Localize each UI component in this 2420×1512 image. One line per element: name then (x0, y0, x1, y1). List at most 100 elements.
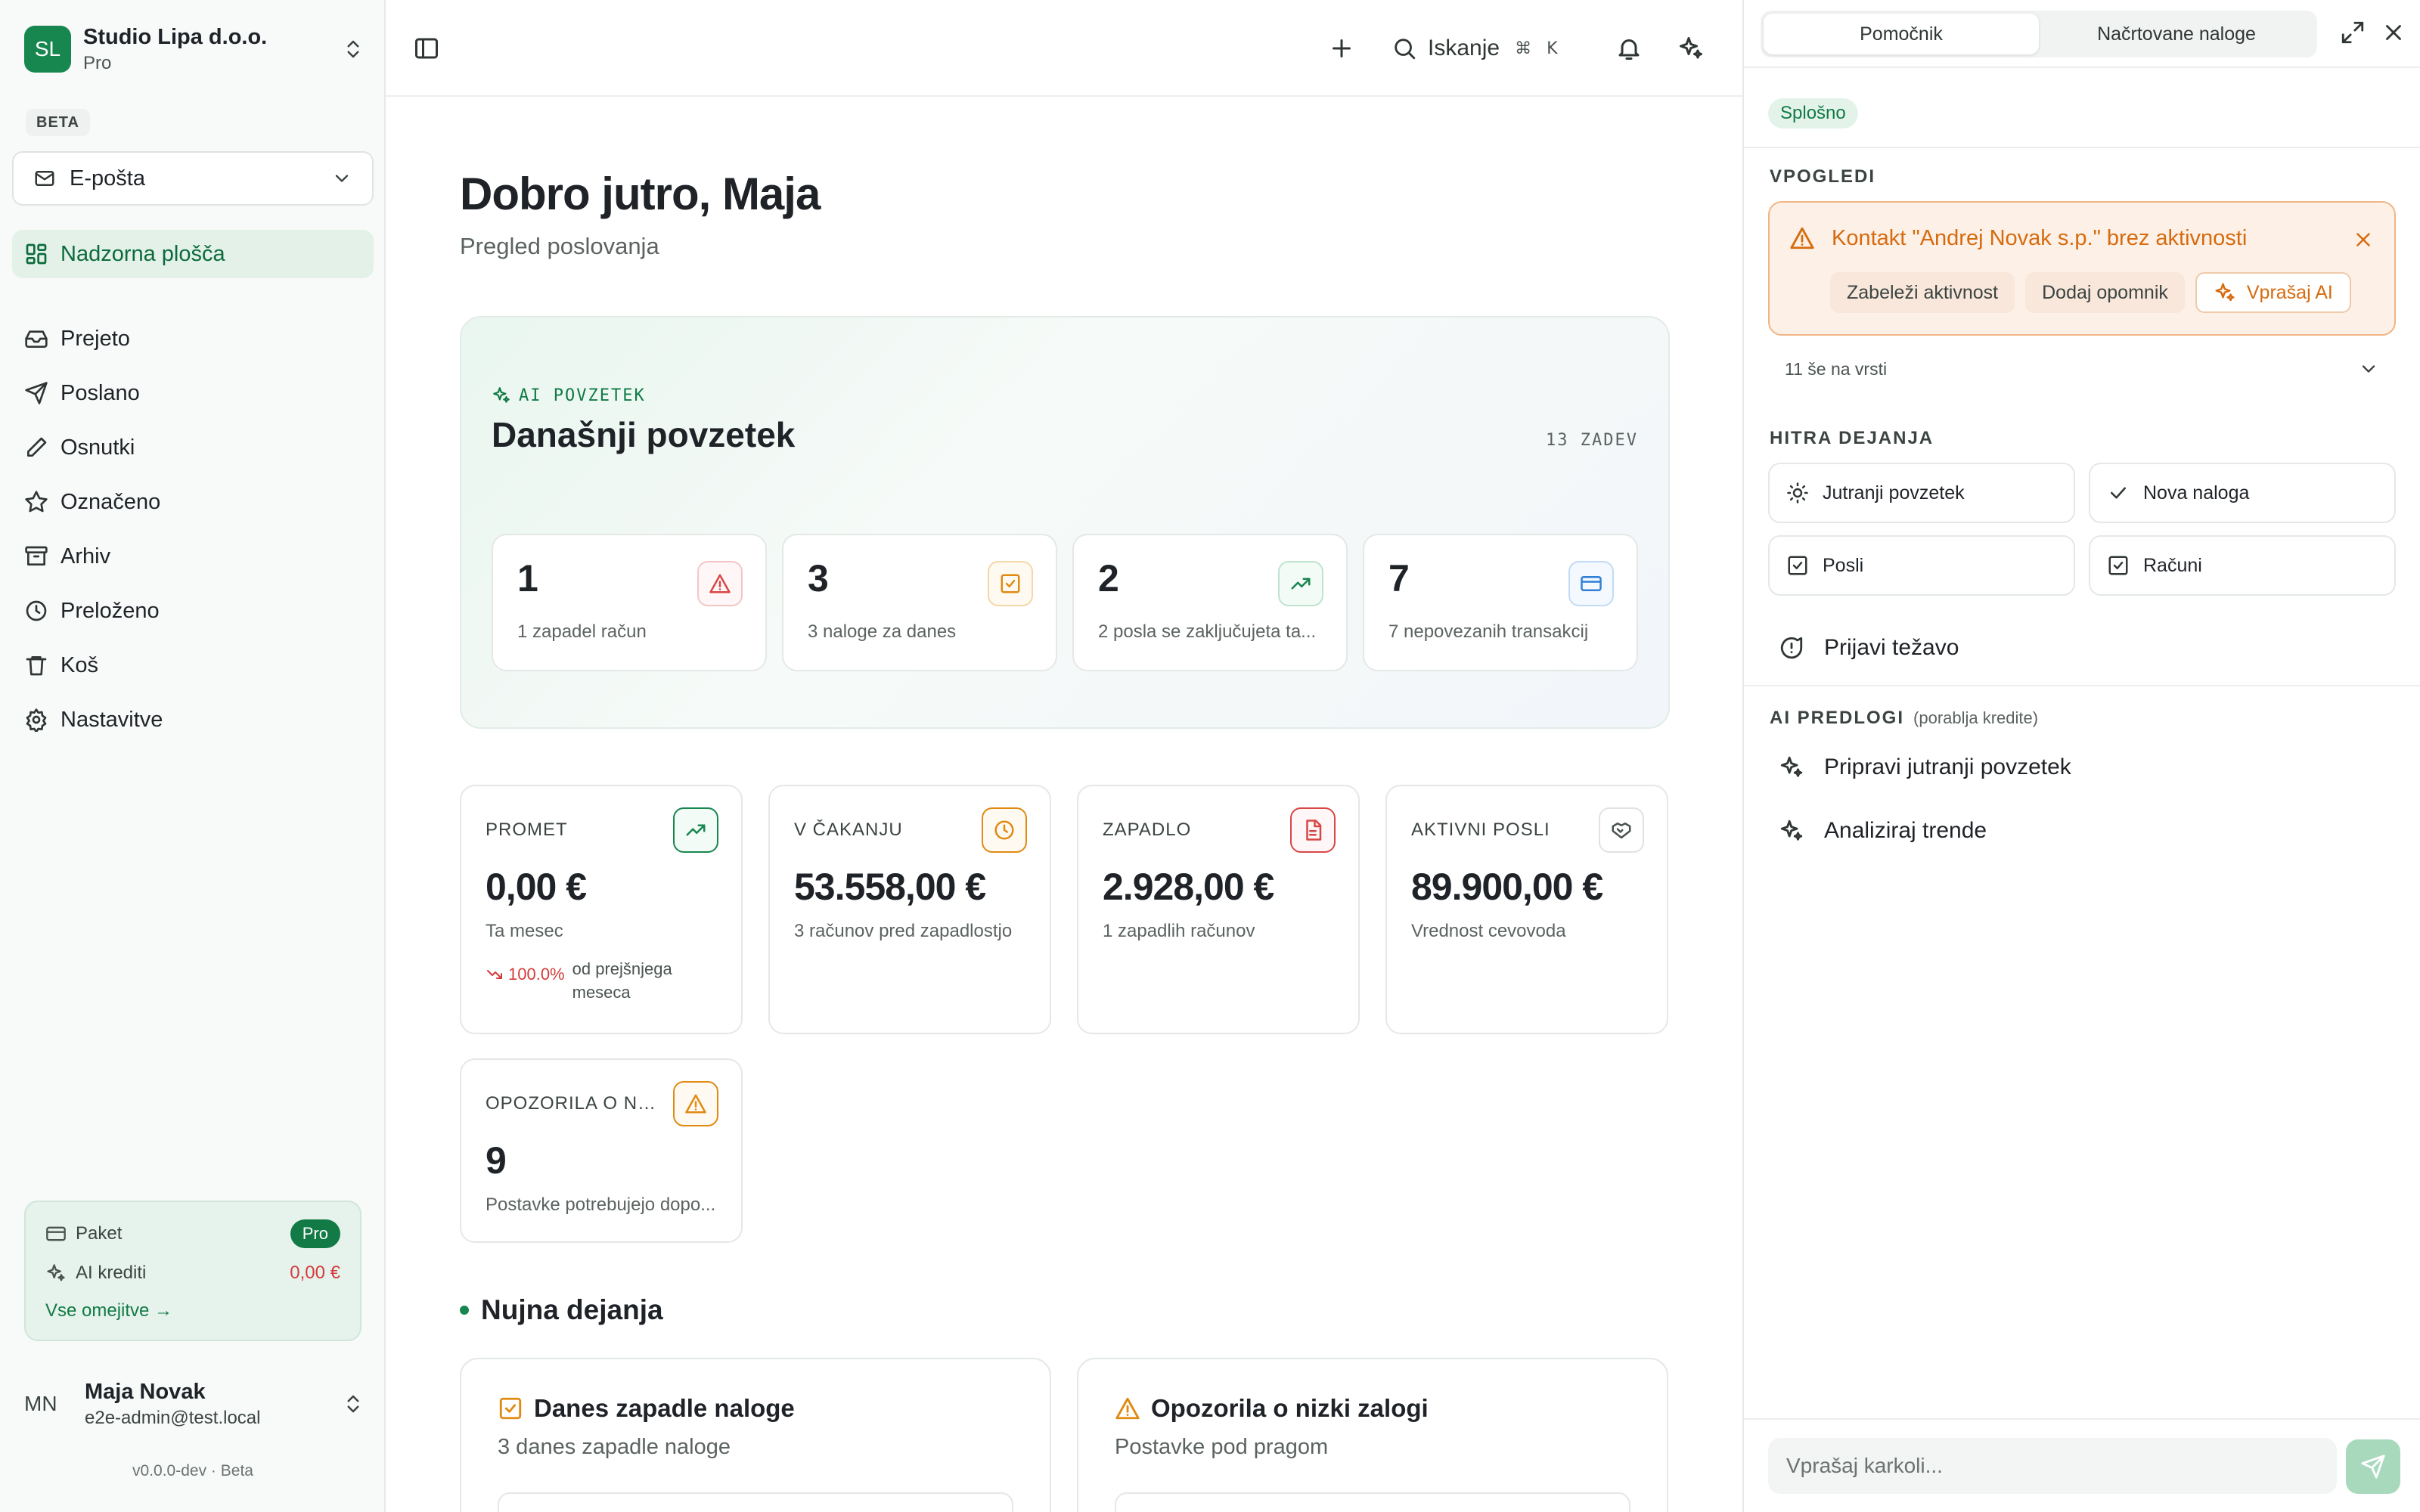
tab-scheduled-tasks[interactable]: Načrtovane naloge (2039, 14, 2314, 54)
send-icon (2361, 1455, 2385, 1479)
kpi-card-revenue[interactable]: PROMET 0,00 € Ta mesec 100.0% od prejšnj… (460, 785, 743, 1034)
trending-down-icon (487, 970, 502, 979)
nav-item-drafts[interactable]: Osnutki (12, 423, 374, 472)
user-name: Maja Novak (85, 1379, 206, 1404)
prompt-analyze-trends[interactable]: Analiziraj trende (1779, 818, 1987, 844)
ask-ai-button[interactable]: Vprašaj AI (2195, 272, 2351, 313)
summary-item-deals[interactable]: 2 2 posla se zaključujeta ta... (1072, 534, 1348, 671)
nav-item-inbox[interactable]: Prejeto (12, 314, 374, 363)
sun-icon (1787, 482, 1808, 503)
kpi-subtitle: Postavke potrebujejo dopo... (486, 1194, 716, 1215)
nav-item-settings[interactable]: Nastavitve (12, 696, 374, 744)
summary-item-number: 7 (1388, 557, 1410, 600)
check-square-icon (1788, 556, 1807, 575)
kpi-card-low-stock[interactable]: OPOZORILA O NIZ... 9 Postavke potrebujej… (460, 1058, 743, 1243)
nav-item-dashboard[interactable]: Nadzorna plošča (12, 230, 374, 278)
nav-item-label: Preloženo (60, 598, 160, 623)
page-subtitle: Pregled poslovanja (460, 233, 659, 259)
ask-input[interactable] (1768, 1438, 2337, 1494)
add-reminder-button[interactable]: Dodaj opomnik (2025, 272, 2185, 313)
summary-item-transactions[interactable]: 7 7 nepovezanih transakcij (1363, 534, 1638, 671)
kpi-subtitle: Ta mesec (486, 921, 563, 941)
summary-item-overdue-invoice[interactable]: 1 1 zapadel račun (492, 534, 767, 671)
archive-icon (25, 546, 48, 565)
insights-queue-toggle[interactable]: 11 še na vrsti (1785, 352, 2379, 386)
kpi-title: PROMET (486, 820, 568, 840)
kpi-card-overdue[interactable]: ZAPADLO 2.928,00 € 1 zapadlih računov (1077, 785, 1360, 1034)
credit-card-icon (1568, 561, 1614, 606)
urgent-card-subtitle: Postavke pod pragom (1115, 1435, 1329, 1459)
user-email: e2e-admin@test.local (85, 1407, 261, 1428)
urgent-card-title: Opozorila o nizki zalogi (1151, 1394, 1429, 1422)
handshake-icon (1599, 807, 1644, 853)
nav-item-trash[interactable]: Koš (12, 641, 374, 689)
sparkles-icon (2215, 283, 2235, 302)
inbox-icon (25, 330, 48, 348)
bell-icon[interactable] (1615, 35, 1643, 62)
sidebar-toggle-icon[interactable] (413, 35, 440, 62)
prompt-morning-summary[interactable]: Pripravi jutranji povzetek (1779, 754, 2071, 780)
sparkles-icon[interactable] (1677, 35, 1705, 62)
kpi-card-pending[interactable]: V ČAKANJU 53.558,00 € 3 računov pred zap… (768, 785, 1051, 1034)
mailbox-select[interactable]: E-pošta (12, 151, 374, 206)
plus-icon[interactable] (1328, 35, 1355, 62)
quick-action-label: Računi (2143, 554, 2202, 576)
urgent-card-due-tasks[interactable]: Danes zapadle naloge 3 danes zapadle nal… (460, 1358, 1051, 1512)
chevrons-up-down-icon (347, 40, 359, 58)
report-issue-button[interactable]: Prijavi težavo (1779, 635, 1959, 661)
ask-ai-label: Vprašaj AI (2246, 281, 2333, 303)
sparkles-icon (1780, 820, 1803, 841)
log-activity-button[interactable]: Zabeleži aktivnost (1830, 272, 2015, 313)
kpi-title: OPOZORILA O NIZ... (486, 1093, 659, 1114)
search-button[interactable]: Iskanje ⌘ K (1392, 29, 1558, 68)
quick-action-morning-summary[interactable]: Jutranji povzetek (1768, 463, 2075, 523)
quick-action-deals[interactable]: Posli (1768, 535, 2075, 596)
nav-item-label: Označeno (60, 489, 161, 514)
category-chip[interactable]: Splošno (1768, 98, 1858, 129)
nav-item-archive[interactable]: Arhiv (12, 532, 374, 581)
nav-item-snoozed[interactable]: Preloženo (12, 587, 374, 635)
list-item[interactable] (498, 1492, 1013, 1512)
dashboard-icon (26, 243, 47, 265)
beta-badge: BETA (26, 109, 90, 136)
all-limits-link[interactable]: Vse omejitve → (45, 1300, 172, 1321)
urgent-card-low-stock[interactable]: Opozorila o nizki zalogi Postavke pod pr… (1077, 1358, 1668, 1512)
nav-item-starred[interactable]: Označeno (12, 478, 374, 526)
tab-assistant[interactable]: Pomočnik (1764, 14, 2039, 54)
list-item[interactable] (1115, 1492, 1630, 1512)
plan-box: Paket Pro AI krediti 0,00 € Vse omejitve… (24, 1201, 361, 1341)
send-button[interactable] (2346, 1439, 2400, 1494)
chevron-down-icon (335, 175, 349, 182)
nav-item-sent[interactable]: Poslano (12, 369, 374, 417)
quick-action-label: Jutranji povzetek (1823, 482, 1965, 503)
kpi-value: 9 (486, 1139, 507, 1182)
alert-triangle-icon (697, 561, 743, 606)
shortcut-key: K (1547, 39, 1558, 58)
kpi-card-active-deals[interactable]: AKTIVNI POSLI 89.900,00 € Vrednost cevov… (1385, 785, 1668, 1034)
nav-item-label: Arhiv (60, 544, 111, 569)
ai-summary-count: 13 ZADEV (1546, 431, 1638, 450)
pencil-icon (27, 437, 47, 457)
message-alert-icon (1780, 637, 1803, 659)
summary-item-tasks[interactable]: 3 3 naloge za danes (782, 534, 1057, 671)
urgent-card-title: Danes zapadle naloge (534, 1394, 795, 1422)
org-switcher[interactable]: SL Studio Lipa d.o.o. Pro (24, 23, 365, 76)
ai-prompts-label: AI PREDLOGI (porablja kredite) (1770, 708, 2038, 729)
expand-icon[interactable] (2340, 20, 2366, 45)
check-square-icon (988, 561, 1033, 606)
kpi-title: V ČAKANJU (794, 820, 903, 840)
dismiss-icon[interactable] (2352, 228, 2375, 251)
summary-item-label: 2 posla se zaključujeta ta... (1098, 621, 1317, 642)
divider (1744, 67, 2420, 68)
quick-action-new-task[interactable]: Nova naloga (2089, 463, 2396, 523)
prompt-label: Pripravi jutranji povzetek (1824, 754, 2071, 779)
ai-summary-card: AI POVZETEK Današnji povzetek 13 ZADEV 1… (460, 316, 1670, 729)
ai-summary-tag-label: AI POVZETEK (519, 386, 646, 405)
quick-action-invoices[interactable]: Računi (2089, 535, 2396, 596)
close-icon[interactable] (2381, 20, 2406, 45)
version-label: v0.0.0-dev · Beta (132, 1462, 253, 1479)
kpi-value: 2.928,00 € (1103, 866, 1274, 908)
user-menu[interactable]: MN Maja Novak e2e-admin@test.local (24, 1370, 365, 1438)
chevron-down-icon (2362, 365, 2375, 373)
plan-credits-row: AI krediti 0,00 € (45, 1256, 340, 1290)
